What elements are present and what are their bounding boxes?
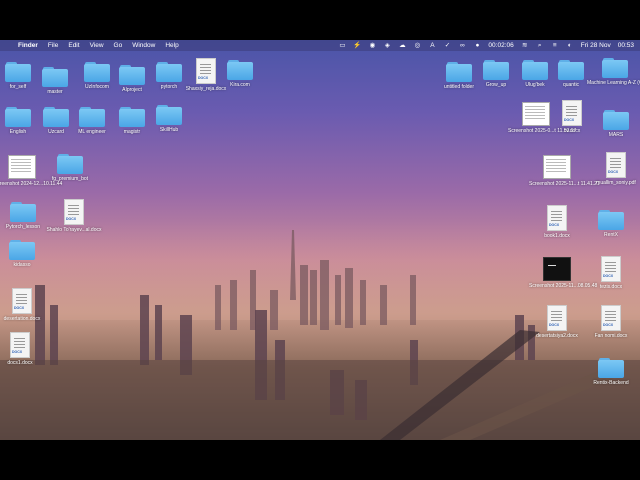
keyboard-icon[interactable]: A: [428, 42, 436, 49]
desktop-right-item[interactable]: MARS: [588, 110, 640, 138]
menu-bar: Finder File Edit View Go Window Help ▭ ⚡…: [0, 40, 640, 51]
doc-type-tag: DOCX: [549, 323, 560, 327]
desktop-item-label: desertation.docx: [3, 316, 41, 322]
desktop-left-item[interactable]: DOCX desertation.docx: [0, 288, 50, 322]
menu-finder[interactable]: Finder: [18, 42, 38, 49]
search-icon[interactable]: ⌕: [536, 42, 544, 49]
desktop-right-item[interactable]: Machine Learning A-Z (Co...Datasets): [587, 58, 640, 86]
doc-type-tag: DOCX: [603, 274, 614, 278]
display-icon[interactable]: ▭: [338, 42, 346, 49]
check-icon[interactable]: ✓: [443, 42, 451, 49]
cloud-icon[interactable]: ☁: [398, 42, 406, 49]
broadcast-icon[interactable]: ◎: [413, 42, 421, 49]
folder-icon: [598, 358, 624, 378]
desktop-item-label: SkillHub: [159, 127, 179, 133]
document-icon: DOCX: [601, 305, 621, 331]
folder-icon: [9, 240, 35, 260]
chat-icon[interactable]: ◉: [368, 42, 376, 49]
screenshot-thumbnail-icon: [543, 155, 571, 179]
menu-file[interactable]: File: [48, 42, 58, 49]
desktop-item-label: MARS: [608, 132, 624, 138]
desktop-right-item[interactable]: Rentix-Backend: [583, 358, 639, 386]
desktop-right-item[interactable]: Screenshot 2025-11...08.05.48: [529, 257, 598, 289]
menu-view[interactable]: View: [90, 42, 104, 49]
desktop-item-label: Screenshot 2025-11...t 11.41.21: [529, 181, 600, 187]
desktop-item-label: muallim_soniy.pdf: [596, 180, 636, 186]
desktop-left-item[interactable]: DOCX Shahlo To'rayev...al.docx: [46, 199, 102, 233]
record-icon[interactable]: ●: [473, 42, 481, 49]
desktop-item-label: Kira.com: [230, 82, 250, 88]
desktop-right-item[interactable]: DOCX tezis.docx: [583, 256, 639, 290]
folder-icon: [598, 210, 624, 230]
desktop-right-item[interactable]: DOCX book1.docx: [529, 205, 585, 239]
desktop-left-item[interactable]: kidasso: [0, 240, 50, 268]
bolt-icon[interactable]: ⚡: [353, 42, 361, 49]
timer-readout[interactable]: 00:02:06: [488, 42, 513, 49]
folder-icon: [79, 107, 105, 127]
menu-help[interactable]: Help: [165, 42, 178, 49]
folder-icon: [227, 60, 253, 80]
document-icon: DOCX: [64, 199, 84, 225]
desktop-item-label: Rentix-Backend: [593, 380, 629, 386]
desktop-left-item[interactable]: DOCX docs1.docx: [0, 332, 48, 366]
menu-edit[interactable]: Edit: [68, 42, 79, 49]
folder-icon: [603, 110, 629, 130]
folder-icon: [10, 202, 36, 222]
layer-icon[interactable]: ◈: [383, 42, 391, 49]
desktop-left-item[interactable]: SkillHub: [141, 105, 197, 133]
screenshot-thumbnail-icon: [8, 155, 36, 179]
desktop-right-item[interactable]: RentX: [583, 210, 639, 238]
document-icon: DOCX: [601, 256, 621, 282]
folder-icon: [558, 60, 584, 80]
desktop-right-item[interactable]: Screenshot 2025-11...t 11.41.21: [529, 155, 600, 187]
document-icon: DOCX: [606, 152, 626, 178]
folder-icon: [156, 105, 182, 125]
desktop-item-label: fg_premium_bot: [51, 176, 89, 182]
doc-type-tag: DOCX: [14, 306, 25, 310]
doc-type-tag: DOCX: [198, 76, 209, 80]
desktop-item-label: book1.docx: [544, 233, 570, 239]
desktop-right-item[interactable]: DOCX muallim_soniy.pdf: [588, 152, 640, 186]
desktop-right-item[interactable]: DOCX Fan nomi.docx: [583, 305, 639, 339]
document-icon: DOCX: [547, 305, 567, 331]
menu-window[interactable]: Window: [132, 42, 155, 49]
desktop-right-item[interactable]: DOCX desertatsiya2.docx: [529, 305, 585, 339]
desktop-item-label: Fan nomi.docx: [594, 333, 628, 339]
desktop-left-item[interactable]: Kira.com: [212, 60, 268, 88]
doc-type-tag: DOCX: [549, 223, 560, 227]
desktop-item-label: Screenshot 2025-11...08.05.48: [529, 283, 598, 289]
document-icon: DOCX: [12, 288, 32, 314]
folder-icon: [42, 67, 68, 87]
desktop-item-label: tezis.docx: [599, 284, 623, 290]
desktop-left-item[interactable]: Pytorch_lesson: [0, 202, 51, 230]
document-icon: DOCX: [547, 205, 567, 231]
doc-type-tag: DOCX: [608, 170, 619, 174]
doc-type-tag: DOCX: [12, 350, 23, 354]
document-icon: DOCX: [562, 100, 582, 126]
time-readout[interactable]: 00:53: [618, 42, 634, 49]
desktop-item-label: Machine Learning A-Z (Co...Datasets): [587, 80, 640, 86]
control-center-icon[interactable]: ≡: [551, 42, 559, 49]
desktop-item-label: Shahlo To'rayev...al.docx: [46, 227, 102, 233]
desktop-item-label: docs1.docx: [7, 360, 33, 366]
siri-icon[interactable]: ◐: [566, 42, 574, 49]
document-icon: DOCX: [10, 332, 30, 358]
doc-type-tag: DOCX: [66, 217, 77, 221]
folder-icon: [602, 58, 628, 78]
doc-type-tag: DOCX: [603, 323, 614, 327]
desktop-item-label: RentX: [604, 232, 618, 238]
desktop-left-item[interactable]: fg_premium_bot: [42, 154, 98, 182]
desktop-item-label: kidasso: [13, 262, 31, 268]
menu-go[interactable]: Go: [114, 42, 123, 49]
screenshot-thumbnail-icon: [543, 257, 571, 281]
link-icon[interactable]: ∞: [458, 42, 466, 49]
folder-icon: [57, 154, 83, 174]
doc-type-tag: DOCX: [564, 118, 575, 122]
desktop-item-label: Pytorch_lesson: [5, 224, 41, 230]
date-readout[interactable]: Fri 28 Nov: [581, 42, 611, 49]
folder-icon: [483, 60, 509, 80]
desktop-screen: Finder File Edit View Go Window Help ▭ ⚡…: [0, 40, 640, 440]
desktop-item-label: desertatsiya2.docx: [536, 333, 578, 339]
wifi-icon[interactable]: ≋: [521, 42, 529, 49]
